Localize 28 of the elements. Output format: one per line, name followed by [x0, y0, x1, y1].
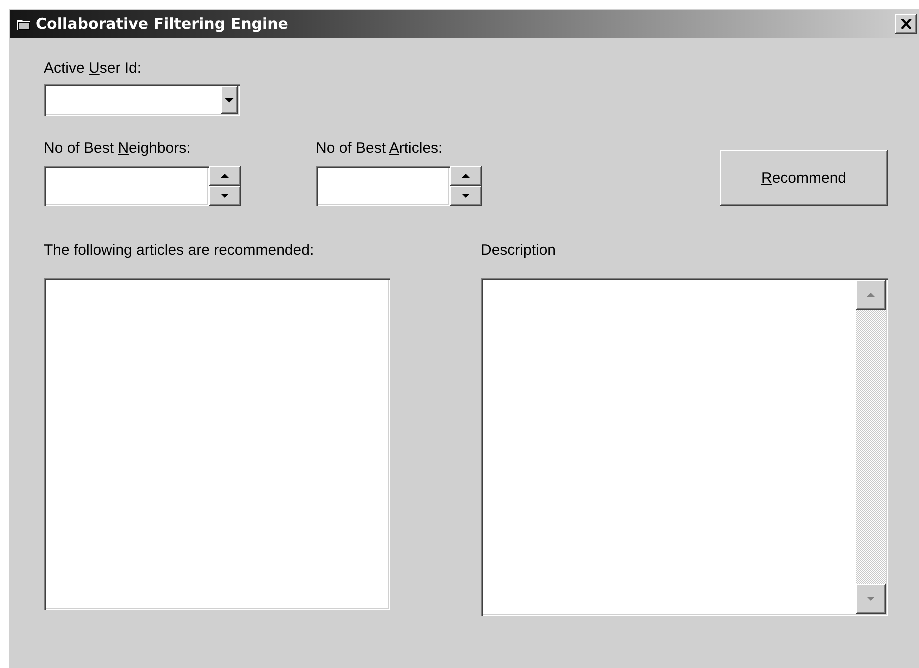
field-label: Active User Id: — [44, 60, 142, 77]
app-icon — [16, 17, 32, 31]
close-button[interactable] — [895, 14, 917, 34]
close-icon — [900, 19, 912, 29]
down-arrow-icon — [462, 194, 470, 198]
up-arrow-icon — [221, 174, 229, 178]
spin-down-button[interactable] — [450, 186, 482, 206]
down-arrow-icon — [221, 194, 229, 198]
up-arrow-icon — [867, 293, 875, 297]
scroll-up-button[interactable] — [856, 280, 886, 310]
caret-icon — [225, 98, 234, 102]
scrollbar[interactable] — [856, 280, 886, 614]
spin-down-button[interactable] — [209, 186, 241, 206]
description-label: Description — [481, 242, 556, 259]
up-arrow-icon — [462, 174, 470, 178]
spin-up-button[interactable] — [209, 166, 241, 186]
user-id-dropdown[interactable] — [44, 84, 240, 116]
field-label: No of Best Articles: — [316, 140, 443, 157]
window-title: Collaborative Filtering Engine — [36, 15, 290, 33]
scroll-down-button[interactable] — [856, 584, 886, 614]
recommend-button[interactable]: Recommend — [720, 150, 888, 206]
dropdown-button[interactable] — [221, 86, 238, 114]
articles-field[interactable] — [316, 166, 450, 206]
neighbors-field[interactable] — [44, 166, 209, 206]
down-arrow-icon — [867, 597, 875, 601]
list-label: The following articles are recommended: — [44, 242, 314, 259]
field-label: No of Best Neighbors: — [44, 140, 191, 157]
spin-up-button[interactable] — [450, 166, 482, 186]
